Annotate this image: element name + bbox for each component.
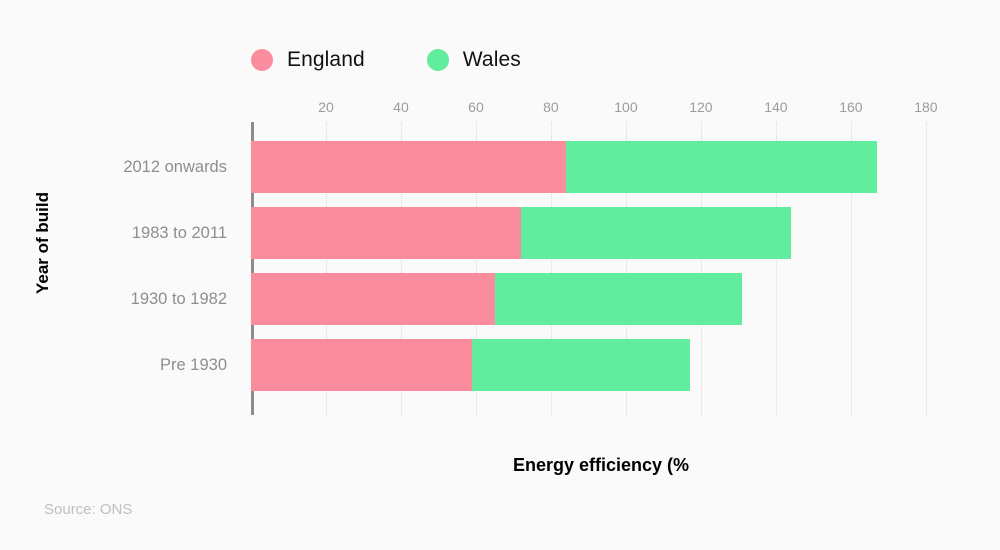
x-tick-label: 60 <box>468 99 484 115</box>
x-tick-label: 140 <box>764 99 788 115</box>
bar-segment-wales[interactable] <box>520 207 791 259</box>
bar-segment-wales[interactable] <box>494 273 743 325</box>
x-tick-label: 120 <box>689 99 713 115</box>
x-axis-title: Energy efficiency (% <box>512 455 690 475</box>
circle-swatch-icon <box>426 49 449 71</box>
bar-segment-england[interactable] <box>251 207 521 259</box>
category-label: 2012 onwards <box>123 157 227 176</box>
x-tick-label: 80 <box>543 99 559 115</box>
bar-series-container <box>251 122 951 415</box>
x-tick-label: 40 <box>393 99 409 115</box>
bar-segment-england[interactable] <box>251 141 566 193</box>
bar-row[interactable] <box>251 207 791 259</box>
category-label: 1983 to 2011 <box>131 223 227 242</box>
bar-row[interactable] <box>251 339 690 391</box>
legend-label-england: England <box>287 48 365 71</box>
source-note: Source: ONS <box>44 501 133 518</box>
bar-row[interactable] <box>251 141 878 193</box>
legend-item-england[interactable]: England <box>251 48 365 72</box>
category-label: Pre 1930 <box>160 355 227 374</box>
circle-swatch-icon <box>251 49 273 71</box>
x-tick-label: 180 <box>914 99 938 115</box>
bar-row[interactable] <box>251 273 743 325</box>
bar-segment-wales[interactable] <box>565 141 878 193</box>
x-axis-tick-labels: 20 40 60 80 100 120 140 160 180 <box>251 99 951 117</box>
x-tick-label: 20 <box>318 99 334 115</box>
x-tick-label: 100 <box>614 99 638 115</box>
y-axis-title: Year of build <box>33 191 52 295</box>
chart-legend: England Wales <box>251 48 521 72</box>
x-tick-label: 160 <box>839 99 863 115</box>
bar-segment-england[interactable] <box>251 339 473 391</box>
bar-segment-england[interactable] <box>251 273 495 325</box>
bar-segment-wales[interactable] <box>472 339 690 391</box>
legend-item-wales[interactable]: Wales <box>426 48 521 72</box>
category-label: 1930 to 1982 <box>130 289 227 308</box>
legend-label-wales: Wales <box>462 48 521 71</box>
